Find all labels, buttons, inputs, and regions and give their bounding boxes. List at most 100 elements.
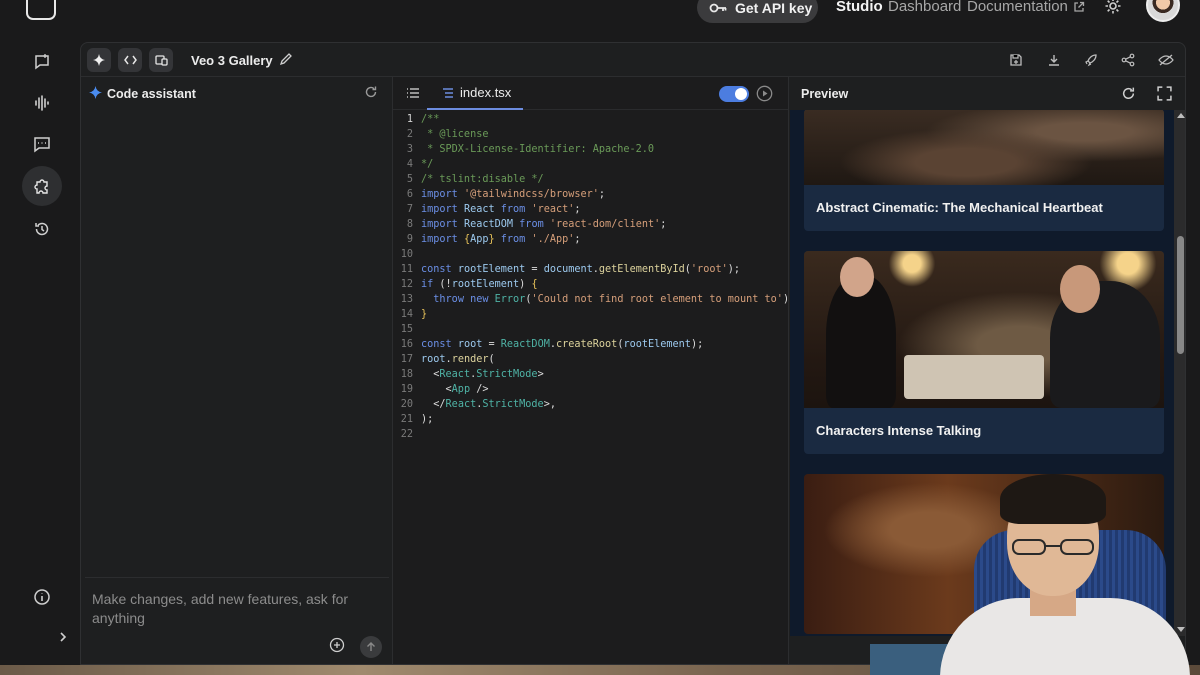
code-line: 12 if (!rootElement) { [393, 277, 789, 292]
line-number: 12 [400, 279, 413, 290]
code-line: 3 * SPDX-License-Identifier: Apache-2.0 [393, 142, 789, 157]
rail-build-button[interactable] [22, 166, 62, 206]
device-preview-button[interactable] [149, 48, 173, 72]
code-line: 5 /* tslint:disable */ [393, 172, 789, 187]
tab-index-tsx[interactable]: index.tsx [427, 77, 524, 110]
code-line: 16 const root = ReactDOM.createRoot(rootE… [393, 337, 789, 352]
code-line: 21); [393, 412, 789, 427]
video-title: Abstract Cinematic: The Mechanical Heart… [816, 200, 1103, 215]
code-text: const rootElement = document.getElementB… [421, 264, 741, 275]
code-view-button[interactable] [118, 48, 142, 72]
chat-icon [35, 54, 49, 70]
rail-info-button[interactable] [22, 577, 62, 617]
code-text: ); [421, 414, 434, 425]
user-avatar[interactable] [1146, 0, 1180, 22]
chat-input[interactable] [92, 590, 382, 630]
code-line: 1 /** [393, 112, 789, 127]
code-text: throw new Error('Could not find root ele… [433, 294, 789, 305]
editor-tab-bar: index.tsx [393, 77, 788, 110]
line-number: 8 [406, 219, 413, 230]
line-number: 4 [406, 159, 413, 170]
code-line: 2 * @license [393, 127, 789, 142]
share-icon[interactable] [1121, 53, 1135, 67]
left-rail [0, 42, 80, 667]
code-line: 15 [393, 322, 789, 337]
rail-history-button[interactable] [22, 209, 62, 249]
line-number: 16 [400, 339, 413, 350]
add-attachment-icon[interactable] [329, 637, 345, 653]
code-text: */ [421, 159, 434, 170]
code-text: import '@tailwindcss/browser'; [421, 189, 606, 200]
code-line: 7 import React from 'react'; [393, 202, 789, 217]
assistant-title: Code assistant [107, 87, 196, 101]
code-text: * SPDX-License-Identifier: Apache-2.0 [421, 144, 655, 155]
assistant-toggle-button[interactable] [87, 48, 111, 72]
fullscreen-icon[interactable] [1157, 86, 1172, 101]
scroll-up-arrow-icon[interactable] [1177, 113, 1185, 118]
line-number: 6 [406, 189, 413, 200]
code-icon [123, 55, 137, 65]
webcam-background [870, 644, 950, 675]
sparkle-icon [89, 86, 102, 99]
preview-title: Preview [801, 87, 849, 101]
code-content[interactable]: 1 /** 2 * @license 3 * SPDX-License-Ident… [393, 112, 789, 442]
settings-gear-icon[interactable] [1104, 0, 1122, 15]
code-line: 14} [393, 307, 789, 322]
chat-composer [85, 577, 389, 664]
rail-chat-button[interactable] [22, 42, 62, 82]
code-text: import {App} from './App'; [421, 234, 581, 245]
table-cloth [904, 355, 1044, 399]
file-list-icon[interactable] [406, 87, 420, 99]
audio-waveform-icon [35, 95, 49, 111]
line-number: 20 [400, 399, 413, 410]
line-number: 9 [406, 234, 413, 245]
code-text: <React.StrictMode> [421, 369, 544, 380]
code-text: /* tslint:disable */ [421, 174, 544, 185]
external-link-icon [1074, 1, 1085, 12]
rail-stream-button[interactable] [22, 83, 62, 123]
workspace-toolbar: Veo 3 Gallery [81, 43, 1185, 77]
line-number: 17 [400, 354, 413, 365]
code-text: import ReactDOM from 'react-dom/client'; [421, 219, 667, 230]
video-card[interactable]: Abstract Cinematic: The Mechanical Heart… [804, 110, 1164, 231]
scroll-thumb[interactable] [1177, 236, 1184, 355]
chevron-right-icon[interactable] [56, 630, 70, 644]
sparkle-icon [93, 54, 105, 66]
video-thumbnail [804, 110, 1164, 185]
refresh-icon[interactable] [1121, 86, 1136, 101]
app-logo-icon[interactable] [26, 0, 56, 20]
save-icon[interactable] [1009, 53, 1023, 67]
code-line: 4 */ [393, 157, 789, 172]
line-number: 14 [400, 309, 413, 320]
code-line: 6 import '@tailwindcss/browser'; [393, 187, 789, 202]
nav-studio[interactable]: Studio [836, 0, 883, 15]
nav-dashboard[interactable]: Dashboard [888, 0, 961, 15]
download-icon[interactable] [1047, 53, 1061, 67]
line-number: 1 [406, 114, 413, 125]
nav-documentation[interactable]: Documentation [967, 0, 1085, 15]
rail-generate-media-button[interactable] [22, 124, 62, 164]
code-text: } [421, 309, 428, 320]
code-line: 20 </React.StrictMode>, [393, 397, 789, 412]
code-line: 17 root.render( [393, 352, 789, 367]
get-api-key-button[interactable]: Get API key [697, 0, 818, 23]
webcam-hair [1000, 474, 1106, 524]
top-bar: Get API key Studio Dashboard Documentati… [0, 0, 1200, 42]
autorun-toggle[interactable] [719, 86, 749, 102]
send-button[interactable] [360, 636, 382, 658]
line-number: 2 [406, 129, 413, 140]
line-number: 15 [400, 324, 413, 335]
play-icon[interactable] [756, 85, 773, 102]
hide-icon[interactable] [1158, 53, 1174, 67]
preview-header: Preview [790, 77, 1185, 110]
pencil-icon[interactable] [279, 52, 293, 66]
line-number: 18 [400, 369, 413, 380]
code-line: 10 [393, 247, 789, 262]
refresh-icon[interactable] [364, 85, 378, 99]
video-card[interactable]: Characters Intense Talking [804, 251, 1164, 454]
glasses-icon [1012, 539, 1094, 555]
line-number: 19 [400, 384, 413, 395]
code-line: 18 <React.StrictMode> [393, 367, 789, 382]
deploy-rocket-icon[interactable] [1084, 53, 1098, 67]
